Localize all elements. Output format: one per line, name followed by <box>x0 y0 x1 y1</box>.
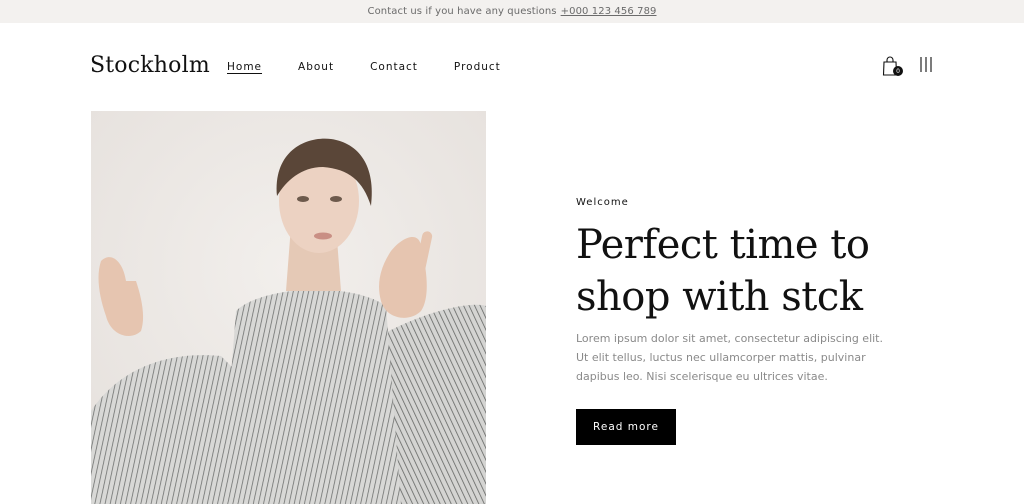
nav-item-about[interactable]: About <box>298 61 334 73</box>
hero-image <box>91 111 486 504</box>
nav-item-product[interactable]: Product <box>454 61 501 73</box>
menu-button[interactable] <box>919 56 933 73</box>
nav-item-contact[interactable]: Contact <box>370 61 418 73</box>
read-more-button[interactable]: Read more <box>576 409 676 445</box>
nav-item-home[interactable]: Home <box>227 61 262 73</box>
phone-link[interactable]: +000 123 456 789 <box>561 6 657 17</box>
cart-count-badge: 0 <box>893 66 903 76</box>
cart-button[interactable]: 0 <box>882 56 903 78</box>
main-nav: Home About Contact Product <box>227 61 537 73</box>
menu-icon <box>920 57 932 72</box>
hero-title: Perfect time to shop with stck <box>576 222 870 320</box>
model-photo <box>91 111 486 504</box>
site-logo[interactable]: Stockholm <box>90 53 210 78</box>
announcement-text: Contact us if you have any questions <box>367 6 557 17</box>
hero-eyebrow: Welcome <box>576 197 629 208</box>
top-announcement-bar: Contact us if you have any questions +00… <box>0 0 1024 23</box>
hero-description: Lorem ipsum dolor sit amet, consectetur … <box>576 332 883 383</box>
